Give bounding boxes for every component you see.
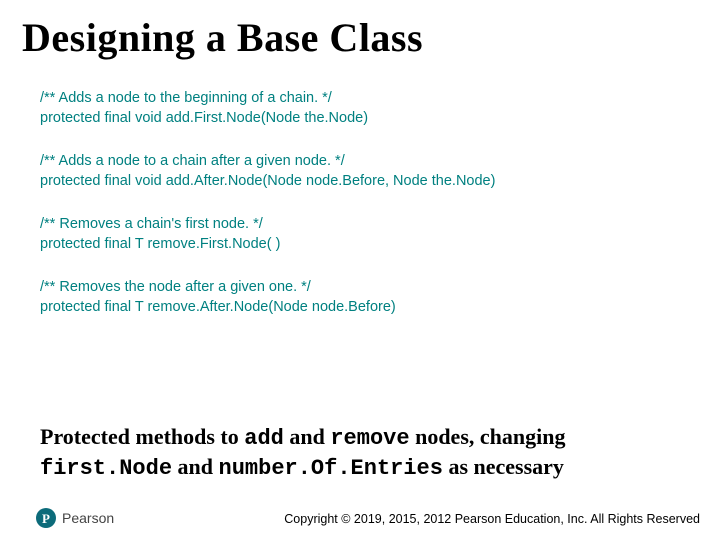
page-title: Designing a Base Class	[0, 0, 720, 61]
caption-code: number.Of.Entries	[219, 456, 443, 481]
brand-logo: P Pearson	[36, 508, 114, 528]
code-comment: /** Removes the node after a given one. …	[40, 278, 720, 298]
code-declaration: protected final T remove.After.Node(Node…	[40, 298, 720, 318]
code-block: /** Removes the node after a given one. …	[40, 278, 720, 317]
code-block: /** Adds a node to a chain after a given…	[40, 152, 720, 191]
code-declaration: protected final void add.After.Node(Node…	[40, 172, 720, 192]
copyright-text: Copyright © 2019, 2015, 2012 Pearson Edu…	[284, 512, 700, 526]
caption-text: Protected methods to add and remove node…	[40, 423, 680, 482]
caption-fragment: as necessary	[443, 454, 564, 479]
brand-icon: P	[36, 508, 56, 528]
code-block: /** Removes a chain's first node. */ pro…	[40, 215, 720, 254]
caption-code: first.Node	[40, 456, 172, 481]
caption-fragment: nodes, changing	[410, 424, 566, 449]
caption-code: add	[244, 426, 284, 451]
code-block: /** Adds a node to the beginning of a ch…	[40, 89, 720, 128]
footer: P Pearson Copyright © 2019, 2015, 2012 P…	[0, 504, 720, 528]
brand-name: Pearson	[62, 510, 114, 526]
caption-fragment: and	[172, 454, 218, 479]
code-block-container: /** Adds a node to the beginning of a ch…	[0, 61, 720, 318]
caption-code: remove	[330, 426, 409, 451]
code-comment: /** Removes a chain's first node. */	[40, 215, 720, 235]
code-declaration: protected final T remove.First.Node( )	[40, 235, 720, 255]
caption-fragment: and	[284, 424, 330, 449]
brand-icon-letter: P	[42, 512, 50, 525]
code-declaration: protected final void add.First.Node(Node…	[40, 109, 720, 129]
code-comment: /** Adds a node to the beginning of a ch…	[40, 89, 720, 109]
caption-fragment: Protected methods to	[40, 424, 244, 449]
code-comment: /** Adds a node to a chain after a given…	[40, 152, 720, 172]
